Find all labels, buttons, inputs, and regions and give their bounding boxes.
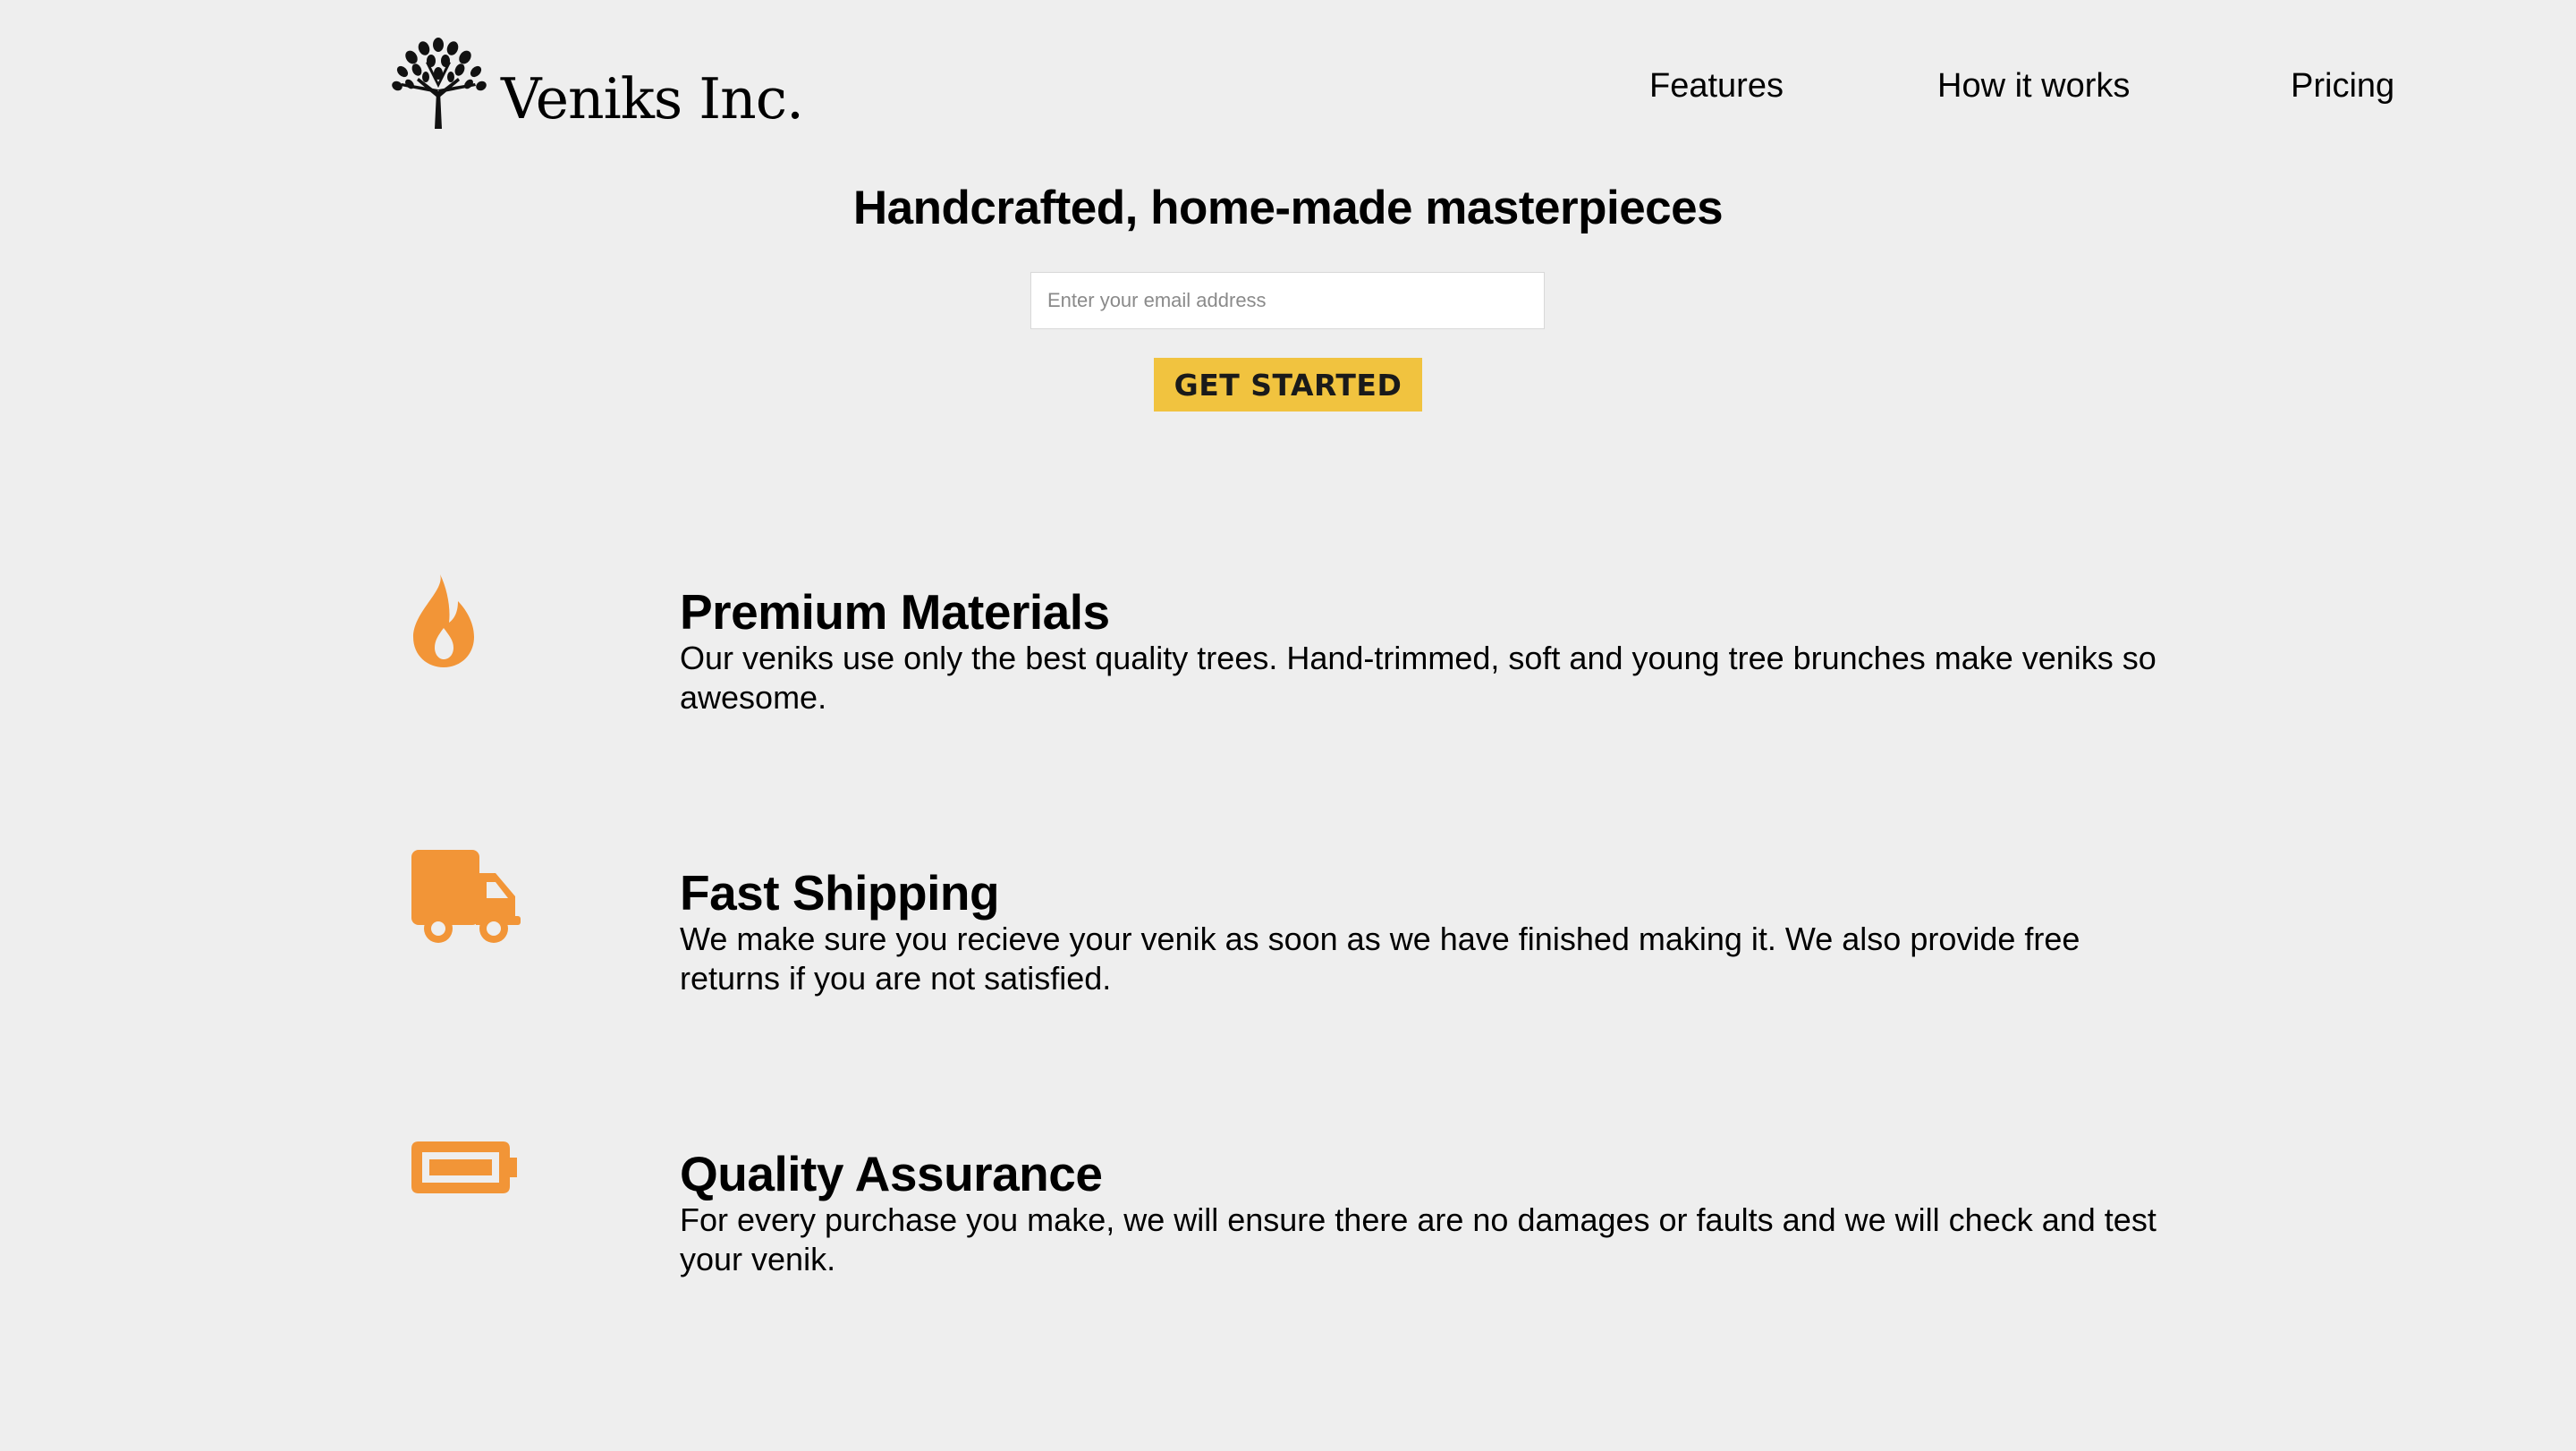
feature-description: For every purchase you make, we will ens…: [680, 1201, 2157, 1277]
feature-title: Quality Assurance: [680, 1146, 1103, 1201]
feature-title: Premium Materials: [680, 584, 1110, 640]
truck-icon: [411, 850, 521, 943]
main-nav: Features How it works Pricing: [0, 59, 2576, 113]
nav-link-features[interactable]: Features: [1649, 59, 1784, 113]
nav-link-pricing[interactable]: Pricing: [2291, 59, 2394, 113]
fire-icon: [413, 574, 474, 667]
battery-icon: [411, 1141, 517, 1193]
get-started-button[interactable]: GET STARTED: [1154, 358, 1422, 412]
nav-link-how-it-works[interactable]: How it works: [1937, 59, 2130, 113]
feature-description: Our veniks use only the best quality tre…: [680, 640, 2157, 716]
feature-description: We make sure you recieve your venik as s…: [680, 921, 2080, 997]
hero-title: Handcrafted, home-made masterpieces: [852, 182, 1724, 234]
feature-title: Fast Shipping: [680, 865, 1000, 921]
email-input[interactable]: [1030, 272, 1545, 329]
